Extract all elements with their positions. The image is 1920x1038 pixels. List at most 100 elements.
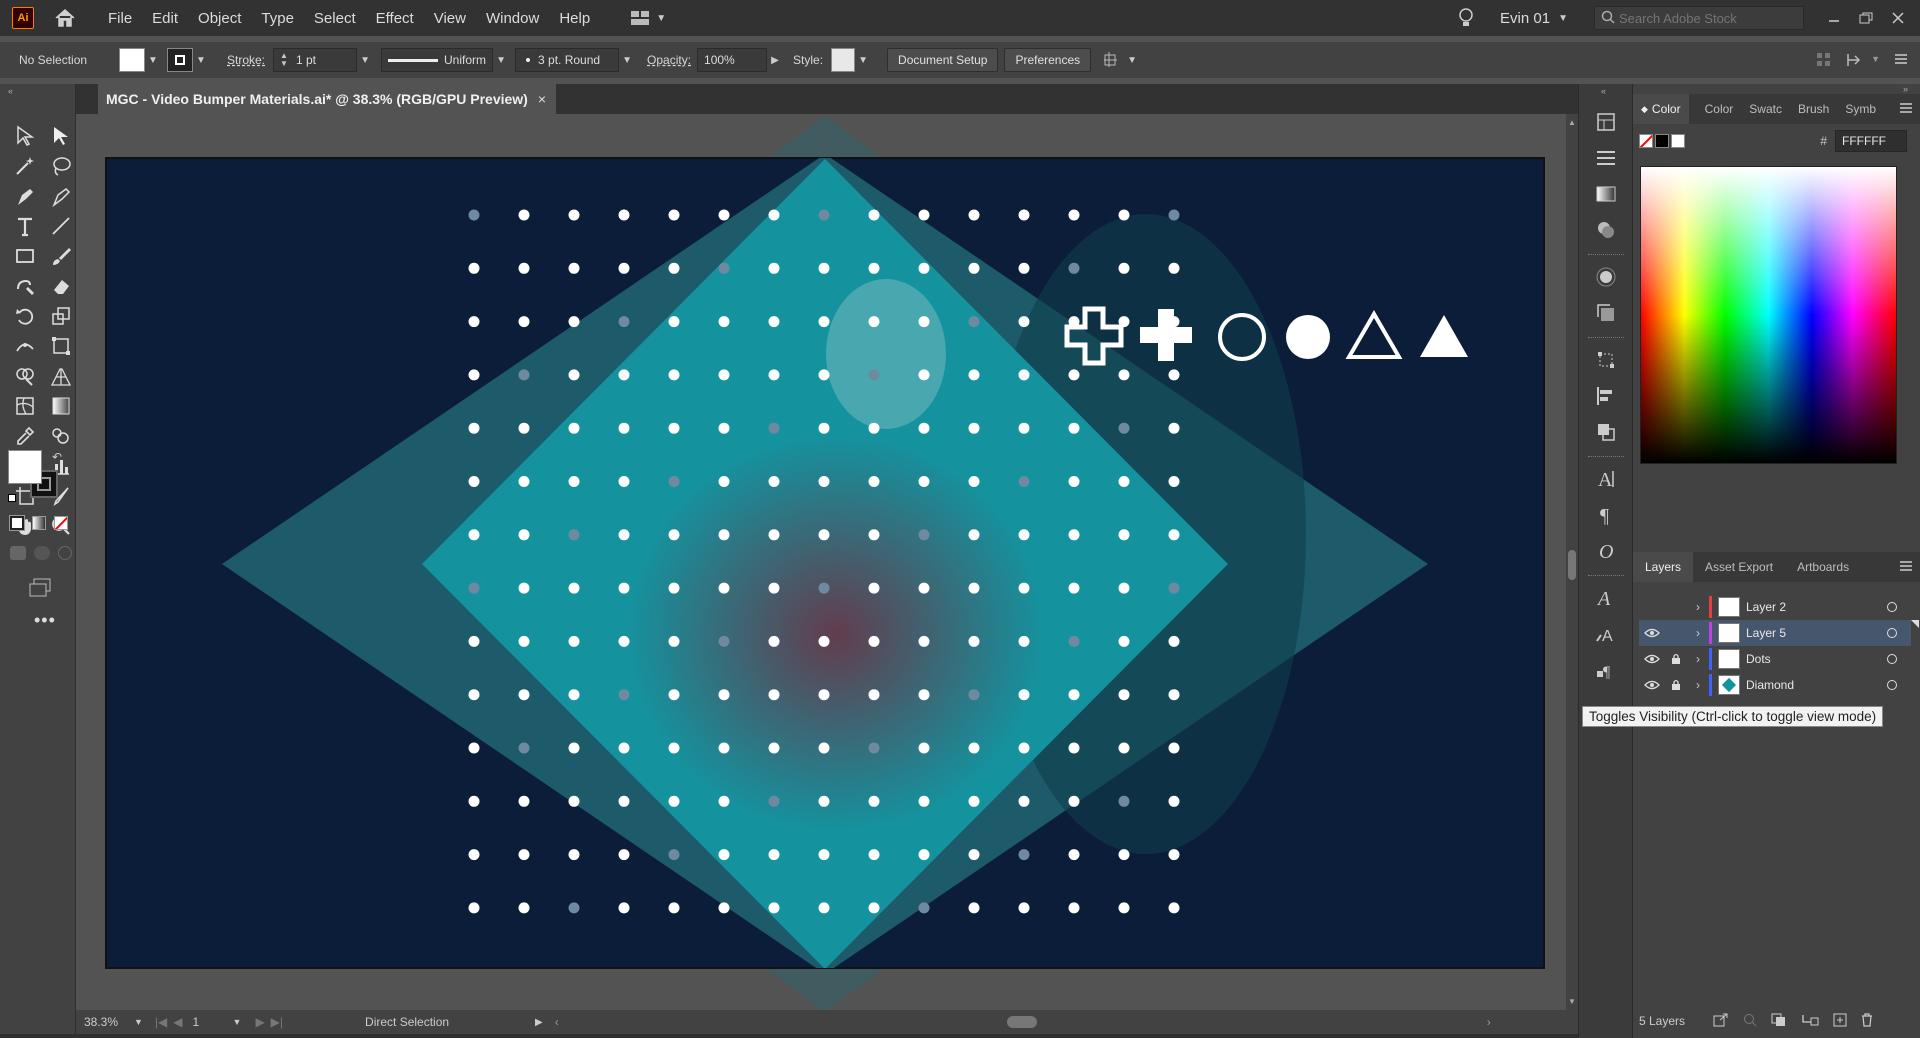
transform-panel-icon[interactable]	[1591, 347, 1621, 373]
default-fill-stroke-icon[interactable]	[8, 494, 20, 506]
paintbrush-tool[interactable]	[44, 244, 78, 268]
rectangle-tool[interactable]	[8, 244, 42, 268]
pathfinder-icon[interactable]	[1591, 419, 1621, 445]
eye-icon[interactable]	[1639, 680, 1665, 690]
draw-inside-icon[interactable]	[58, 546, 72, 560]
color-mode-icon[interactable]	[9, 515, 25, 531]
stroke-weight-dropdown-icon[interactable]: ▼	[357, 48, 373, 72]
paragraph-styles-icon[interactable]: ¶	[1591, 657, 1621, 683]
clipping-mask-icon[interactable]	[1771, 1013, 1787, 1030]
document-tab[interactable]: MGC - Video Bumper Materials.ai* @ 38.3%…	[98, 84, 557, 114]
locate-object-icon[interactable]	[1743, 1013, 1757, 1030]
brush-field[interactable]: 3 pt. Round	[515, 48, 620, 72]
type-tool[interactable]	[8, 214, 42, 238]
none-swatch-icon[interactable]	[1639, 134, 1653, 148]
layer-name[interactable]: Dots	[1746, 652, 1771, 666]
lock-icon[interactable]	[1665, 679, 1687, 691]
prev-artboard-icon[interactable]: ◀	[173, 1015, 182, 1029]
artboard-dropdown-icon[interactable]: ▼	[233, 1017, 242, 1027]
stepper-icon[interactable]: ▲ ▼	[280, 52, 288, 68]
opentype-icon[interactable]: O	[1591, 538, 1621, 564]
expand-layer-icon[interactable]: ›	[1687, 626, 1709, 640]
align-icon[interactable]	[1816, 52, 1832, 71]
zoom-level[interactable]: 38.3%	[84, 1015, 134, 1029]
appearance-icon[interactable]	[1591, 264, 1621, 290]
close-window-button[interactable]	[1882, 0, 1914, 36]
next-artboard-icon[interactable]: ▶	[255, 1015, 264, 1029]
stock-search[interactable]	[1594, 6, 1804, 30]
tab-swatches[interactable]: Swatc	[1741, 94, 1790, 124]
scale-tool[interactable]	[44, 304, 78, 328]
menu-select[interactable]: Select	[304, 10, 366, 27]
hscroll-right-icon[interactable]: ›	[1487, 1015, 1491, 1029]
menu-window[interactable]: Window	[476, 10, 549, 27]
hex-input[interactable]: FFFFFF	[1835, 130, 1907, 152]
style-dropdown-icon[interactable]: ▼	[855, 48, 871, 72]
none-mode-icon[interactable]	[54, 516, 68, 530]
layer-name[interactable]: Layer 2	[1746, 600, 1786, 614]
hscroll-left-icon[interactable]: ‹	[555, 1015, 559, 1029]
line-segment-tool[interactable]	[44, 214, 78, 238]
new-sublayer-icon[interactable]	[1801, 1013, 1819, 1030]
opacity-field[interactable]: 100%	[697, 48, 768, 72]
tab-artboards[interactable]: Artboards	[1785, 552, 1861, 582]
layer-row[interactable]: › Layer 5	[1639, 620, 1919, 646]
expand-layer-icon[interactable]: ›	[1687, 678, 1709, 692]
paragraph-icon[interactable]: ¶	[1591, 502, 1621, 528]
glyphs-icon[interactable]: A	[1591, 585, 1621, 611]
layer-name[interactable]: Layer 5	[1746, 626, 1786, 640]
lightbulb-icon[interactable]	[1454, 8, 1478, 28]
screen-mode-icon[interactable]	[28, 578, 52, 601]
eraser-tool[interactable]	[44, 274, 78, 298]
opacity-arrow-icon[interactable]: ▶	[767, 48, 783, 72]
status-arrow-icon[interactable]: ▶	[535, 1017, 543, 1028]
scroll-thumb[interactable]	[1568, 550, 1576, 580]
lock-icon[interactable]	[1665, 653, 1687, 665]
stroke-dropdown-icon[interactable]: ▼	[193, 48, 209, 72]
curvature-tool[interactable]	[44, 184, 78, 208]
collapse-dock-icon[interactable]: «	[1601, 86, 1606, 96]
tab-asset-export[interactable]: Asset Export	[1693, 552, 1785, 582]
direct-selection-tool[interactable]	[44, 124, 78, 148]
hex-value[interactable]: FFFFFF	[1842, 134, 1886, 148]
swap-fill-stroke-icon[interactable]: ↶	[52, 450, 62, 464]
brush-dropdown-icon[interactable]: ▼	[619, 48, 635, 72]
selection-tool[interactable]	[8, 124, 42, 148]
arrange-documents-icon[interactable]: ▼	[1103, 51, 1137, 69]
expand-layer-icon[interactable]: ›	[1687, 600, 1709, 614]
workspace-switcher[interactable]: ▼	[630, 10, 666, 26]
layer-name[interactable]: Diamond	[1746, 678, 1794, 692]
gradient-mode-icon[interactable]	[32, 516, 46, 530]
transparency-icon[interactable]	[1591, 217, 1621, 243]
eye-icon[interactable]	[1639, 654, 1665, 664]
width-tool[interactable]	[8, 334, 42, 358]
home-icon[interactable]	[52, 5, 78, 31]
mesh-tool[interactable]	[8, 394, 42, 418]
artboard-number[interactable]: 1	[193, 1015, 233, 1029]
menu-edit[interactable]: Edit	[142, 10, 188, 27]
menu-effect[interactable]: Effect	[366, 10, 424, 27]
restore-button[interactable]	[1850, 0, 1882, 36]
hscroll-thumb[interactable]	[1006, 1016, 1037, 1028]
gradient-tool[interactable]	[44, 394, 78, 418]
fill-color-box[interactable]	[8, 450, 42, 484]
more-tools-icon[interactable]: •••	[34, 610, 56, 631]
opacity-value[interactable]: 100%	[704, 53, 735, 67]
stroke-profile-field[interactable]: Uniform	[381, 48, 494, 72]
shaper-tool[interactable]	[8, 274, 42, 298]
libraries-icon[interactable]	[1591, 109, 1621, 135]
blend-tool[interactable]	[44, 424, 78, 448]
menu-object[interactable]: Object	[188, 10, 251, 27]
draw-normal-icon[interactable]	[10, 546, 26, 560]
draw-behind-icon[interactable]	[34, 546, 50, 560]
color-panel-menu-icon[interactable]	[1899, 102, 1913, 117]
panel-menu-icon[interactable]	[1894, 52, 1908, 69]
zoom-dropdown-icon[interactable]: ▼	[134, 1017, 143, 1027]
stroke-swatch[interactable]	[167, 48, 193, 72]
free-transform-tool[interactable]	[44, 334, 78, 358]
eyedropper-tool[interactable]	[8, 424, 42, 448]
expand-layer-icon[interactable]: ›	[1687, 652, 1709, 666]
stroke-weight-field[interactable]: ▲ ▼ 1 pt	[273, 48, 358, 72]
align-panel-icon[interactable]	[1591, 383, 1621, 409]
opacity-label[interactable]: Opacity:	[647, 53, 691, 67]
